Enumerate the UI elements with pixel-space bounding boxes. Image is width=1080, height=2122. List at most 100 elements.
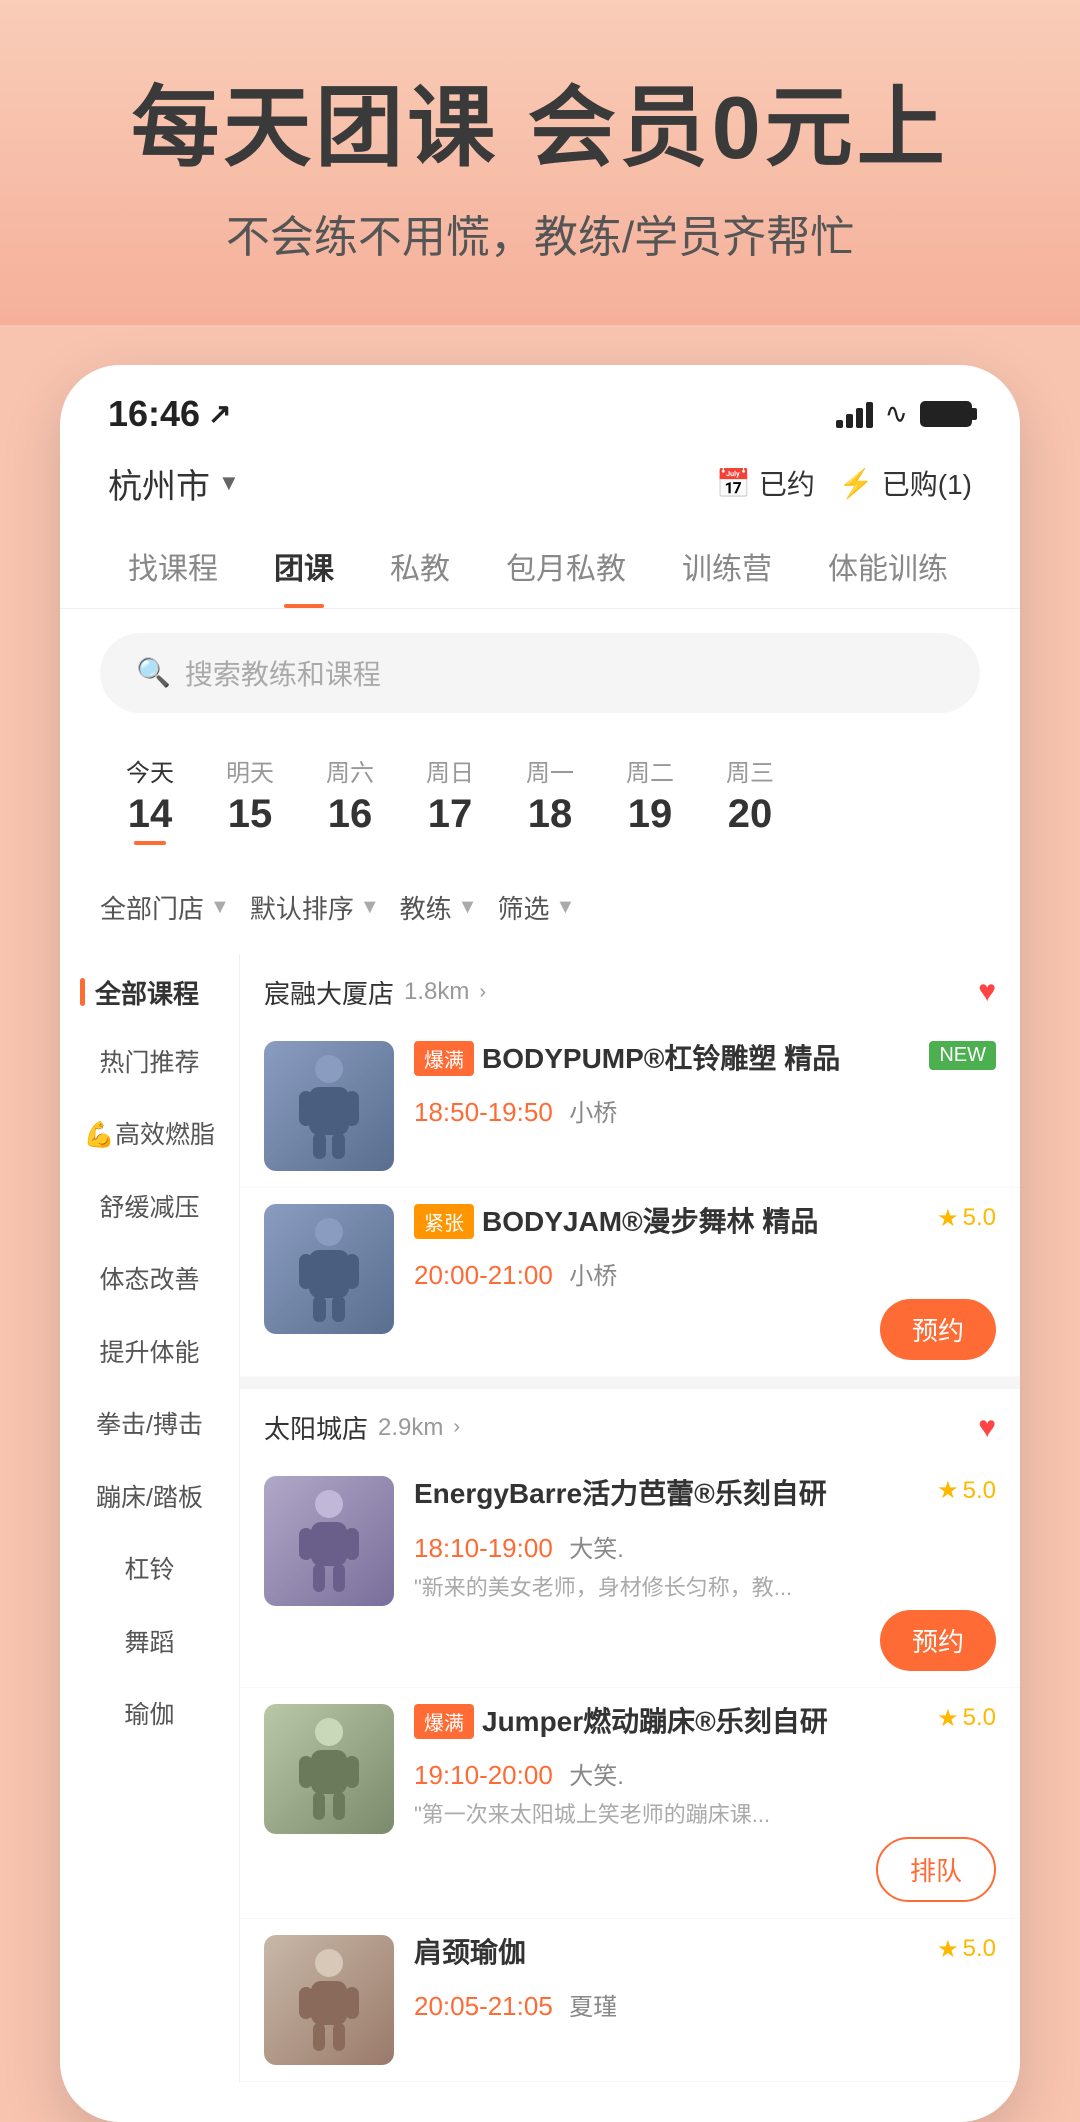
status-bar: 16:46 ↗ ∿	[60, 365, 1020, 451]
rating-4: ★ 5.0	[937, 1704, 996, 1733]
course-card-1: 爆满 BODYPUMP®杠铃雕塑 精品 NEW 18:50-19:50 小桥	[240, 1025, 1020, 1188]
course-thumb-2	[264, 1204, 394, 1334]
filter-all-stores[interactable]: 全部门店 ▼	[100, 881, 230, 934]
store-favorite-1[interactable]: ♥	[978, 975, 996, 1009]
store-dist-2: 2.9km	[378, 1414, 443, 1442]
phone-mockup: 16:46 ↗ ∿ 杭州市 ▼ 📅 已约 ⚡ 已购	[60, 365, 1020, 2122]
course-tags-1: 爆满 BODYPUMP®杠铃雕塑 精品	[414, 1041, 929, 1085]
header-nav: 杭州市 ▼ 📅 已约 ⚡ 已购(1)	[60, 451, 1020, 528]
battery-icon	[920, 401, 972, 427]
sidebar-item-yoga[interactable]: 瑜伽	[60, 1679, 239, 1752]
search-input[interactable]: 搜索教练和课程	[185, 653, 381, 693]
filter-coach[interactable]: 教练 ▼	[400, 881, 478, 934]
sidebar-item-fatburn[interactable]: 💪高效燃脂	[60, 1099, 239, 1172]
course-time-2: 20:00-21:00	[414, 1260, 553, 1290]
rating-num-4: 5.0	[963, 1704, 996, 1732]
banner-section: 每天团课 会员0元上 不会练不用慌，教练/学员齐帮忙	[0, 0, 1080, 325]
purchased-button[interactable]: ⚡ 已购(1)	[839, 463, 972, 503]
tab-camp[interactable]: 训练营	[654, 528, 800, 608]
header-actions: 📅 已约 ⚡ 已购(1)	[716, 463, 972, 503]
filter-arrow-1: ▼	[210, 896, 230, 919]
store-info-2[interactable]: 太阳城店 2.9km ›	[264, 1409, 460, 1446]
search-bar[interactable]: 🔍 搜索教练和课程	[100, 633, 980, 713]
course-time-4: 19:10-20:00	[414, 1760, 553, 1790]
book-button-3[interactable]: 预约	[880, 1610, 996, 1671]
tag-tight-2: 紧张	[414, 1204, 474, 1239]
store-dist-1: 1.8km	[404, 978, 469, 1006]
course-name-4: Jumper燃动蹦床®乐刻自研	[482, 1704, 828, 1740]
rating-3: ★ 5.0	[937, 1476, 996, 1505]
date-sunday[interactable]: 周日 17	[400, 745, 500, 853]
course-info-2: 紧张 BODYJAM®漫步舞林 精品 ★ 5.0 20:00-21:00 小桥	[414, 1204, 996, 1360]
filter-row: 全部门店 ▼ 默认排序 ▼ 教练 ▼ 筛选 ▼	[60, 873, 1020, 954]
date-tomorrow[interactable]: 明天 15	[200, 745, 300, 853]
search-icon: 🔍	[136, 656, 171, 689]
rating-num-3: 5.0	[963, 1477, 996, 1505]
store-arrow-2: ›	[453, 1416, 460, 1439]
filter-sort[interactable]: 默认排序 ▼	[250, 881, 380, 934]
course-name-1: BODYPUMP®杠铃雕塑 精品	[482, 1041, 840, 1077]
sidebar-item-fitness[interactable]: 提升体能	[60, 1317, 239, 1390]
sidebar-all-courses: 全部课程	[60, 954, 239, 1027]
sidebar-item-trampoline[interactable]: 蹦床/踏板	[60, 1462, 239, 1535]
course-title-area-2: 紧张 BODYJAM®漫步舞林 精品 ★ 5.0	[414, 1204, 996, 1248]
filter-arrow-2: ▼	[360, 896, 380, 919]
date-wednesday[interactable]: 周三 20	[700, 745, 800, 853]
date-tuesday[interactable]: 周二 19	[600, 745, 700, 853]
signal-icon	[836, 400, 873, 428]
store-info-1[interactable]: 宸融大厦店 1.8km ›	[264, 974, 486, 1011]
course-time-5: 20:05-21:05	[414, 1991, 553, 2021]
calendar-icon: 📅	[716, 467, 751, 500]
tab-group-class[interactable]: 团课	[246, 528, 362, 608]
rating-5: ★ 5.0	[937, 1935, 996, 1964]
tag-hot-1: 爆满	[414, 1041, 474, 1076]
course-teacher-4: 大笑.	[569, 1763, 624, 1790]
tab-navigation: 找课程 团课 私教 包月私教 训练营 体能训练	[60, 528, 1020, 609]
date-monday[interactable]: 周一 18	[500, 745, 600, 853]
course-name-3: EnergyBarre活力芭蕾®乐刻自研	[414, 1476, 827, 1512]
star-icon-4: ★	[937, 1704, 959, 1733]
course-teacher-2: 小桥	[569, 1263, 617, 1290]
course-list: 宸融大厦店 1.8km › ♥	[240, 954, 1020, 2082]
sidebar-item-stress[interactable]: 舒缓减压	[60, 1172, 239, 1245]
date-saturday[interactable]: 周六 16	[300, 745, 400, 853]
store-favorite-2[interactable]: ♥	[978, 1411, 996, 1445]
sidebar-item-barbell[interactable]: 杠铃	[60, 1534, 239, 1607]
status-icons: ∿	[836, 397, 972, 430]
course-teacher-3: 大笑.	[569, 1536, 624, 1563]
booked-button[interactable]: 📅 已约	[716, 463, 815, 503]
category-sidebar: 全部课程 热门推荐 💪高效燃脂 舒缓减压 体态改善 提升体能 拳击/搏击 蹦床/…	[60, 954, 240, 2082]
course-name-5: 肩颈瑜伽	[414, 1935, 526, 1971]
course-info-1: 爆满 BODYPUMP®杠铃雕塑 精品 NEW 18:50-19:50 小桥	[414, 1041, 996, 1171]
date-today[interactable]: 今天 14	[100, 745, 200, 853]
course-title-area-1: 爆满 BODYPUMP®杠铃雕塑 精品 NEW	[414, 1041, 996, 1085]
location-text: 杭州市	[108, 459, 210, 508]
filter-more[interactable]: 筛选 ▼	[497, 881, 575, 934]
store-arrow-1: ›	[479, 981, 486, 1004]
tab-monthly-private[interactable]: 包月私教	[478, 528, 654, 608]
search-section: 🔍 搜索教练和课程	[60, 609, 1020, 737]
book-button-2[interactable]: 预约	[880, 1299, 996, 1360]
banner-title: 每天团课 会员0元上	[60, 80, 1020, 177]
store-divider	[240, 1377, 1020, 1389]
star-icon-5: ★	[937, 1935, 959, 1964]
tab-private[interactable]: 私教	[362, 528, 478, 608]
queue-button-4[interactable]: 排队	[876, 1837, 996, 1902]
course-desc-3: "新来的美女老师，身材修长匀称，教...	[414, 1570, 996, 1602]
sidebar-item-posture[interactable]: 体态改善	[60, 1244, 239, 1317]
course-desc-4: "第一次来太阳城上笑老师的蹦床课...	[414, 1797, 996, 1829]
sidebar-item-hot[interactable]: 热门推荐	[60, 1027, 239, 1100]
course-card-5: 肩颈瑜伽 ★ 5.0 20:05-21:05 夏瑾	[240, 1919, 1020, 2082]
sidebar-item-dance[interactable]: 舞蹈	[60, 1607, 239, 1680]
location-selector[interactable]: 杭州市 ▼	[108, 459, 240, 508]
course-time-3: 18:10-19:00	[414, 1533, 553, 1563]
course-info-4: 爆满 Jumper燃动蹦床®乐刻自研 ★ 5.0 19:10-20:00 大笑.	[414, 1704, 996, 1902]
star-icon-3: ★	[937, 1476, 959, 1505]
tag-hot-4: 爆满	[414, 1704, 474, 1739]
sidebar-item-boxing[interactable]: 拳击/搏击	[60, 1389, 239, 1462]
course-card-4: 爆满 Jumper燃动蹦床®乐刻自研 ★ 5.0 19:10-20:00 大笑.	[240, 1688, 1020, 1919]
tab-find-course[interactable]: 找课程	[100, 528, 246, 608]
course-card-3: EnergyBarre活力芭蕾®乐刻自研 ★ 5.0 18:10-19:00 大…	[240, 1460, 1020, 1687]
tab-fitness-training[interactable]: 体能训练	[800, 528, 976, 608]
location-icon: ↗	[208, 397, 231, 430]
